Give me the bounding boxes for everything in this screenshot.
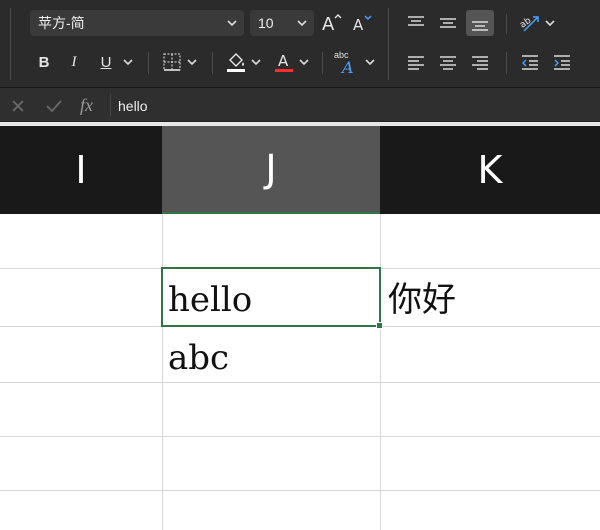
confirm-edit-button[interactable] [42, 94, 66, 118]
decrease-font-icon: A [353, 15, 372, 34]
increase-font-size-button[interactable]: A [320, 11, 344, 35]
row-divider [0, 436, 600, 437]
separator [506, 14, 507, 34]
paint-bucket-icon [227, 53, 245, 72]
bold-button[interactable]: B [32, 50, 56, 74]
borders-button[interactable] [160, 50, 184, 74]
font-color-button[interactable]: A [272, 50, 296, 74]
cancel-edit-button[interactable] [6, 94, 30, 118]
align-center-icon [440, 56, 456, 70]
column-header-k[interactable]: K [380, 126, 600, 214]
font-color-icon: A [275, 52, 293, 72]
underline-options-button[interactable] [122, 50, 134, 74]
align-left-icon [408, 56, 424, 70]
ribbon-group-separator [388, 8, 389, 80]
text-orientation-options-button[interactable] [364, 50, 376, 74]
font-name-value: 苹方-简 [38, 15, 85, 31]
align-middle-button[interactable] [436, 11, 460, 35]
row-divider [0, 490, 600, 491]
chevron-down-icon [545, 20, 555, 27]
align-bottom-button[interactable] [466, 10, 494, 36]
chevron-down-icon [297, 20, 307, 27]
font-size-dropdown[interactable]: 10 [250, 10, 314, 36]
text-angle-icon: ab [518, 16, 539, 32]
align-left-button[interactable] [404, 50, 428, 74]
italic-button[interactable]: I [62, 50, 86, 74]
fill-handle[interactable] [376, 322, 383, 329]
borders-icon [163, 53, 181, 71]
decrease-font-size-button[interactable]: A [350, 11, 374, 35]
formula-separator [110, 94, 111, 116]
separator [148, 52, 149, 74]
text-orientation-button[interactable]: abc A [334, 48, 362, 76]
fill-color-button[interactable] [224, 50, 248, 74]
chevron-down-icon [123, 59, 133, 66]
align-bottom-icon [472, 21, 488, 31]
font-size-value: 10 [258, 15, 274, 31]
ribbon-left-separator [10, 8, 11, 80]
column-header-i[interactable]: I [0, 126, 162, 214]
font-color-options-button[interactable] [298, 50, 310, 74]
chevron-down-icon [187, 59, 197, 66]
cell-j2-text: hello [168, 280, 253, 320]
svg-text:A: A [322, 14, 335, 35]
borders-options-button[interactable] [186, 50, 198, 74]
increase-font-icon: A [322, 14, 342, 35]
align-center-button[interactable] [436, 50, 460, 74]
column-divider [380, 214, 381, 530]
font-name-dropdown[interactable]: 苹方-简 [30, 10, 244, 36]
orientation-button[interactable]: ab [518, 11, 542, 35]
chevron-down-icon [299, 59, 309, 66]
separator [212, 52, 213, 74]
chevron-down-icon [227, 20, 237, 27]
underline-button[interactable]: U [94, 50, 118, 74]
align-top-icon [408, 16, 424, 26]
cell-grid[interactable] [0, 214, 600, 530]
insert-function-button[interactable]: fx [80, 94, 93, 116]
svg-text:A: A [340, 58, 354, 76]
column-header-j[interactable]: J [162, 126, 380, 214]
font-style-a-icon: A [340, 58, 354, 76]
align-middle-icon [440, 18, 456, 28]
align-top-button[interactable] [404, 11, 428, 35]
chevron-down-icon [251, 59, 261, 66]
svg-text:A: A [353, 16, 364, 34]
cell-j3-text: abc [168, 338, 230, 378]
decrease-indent-button[interactable] [518, 50, 542, 74]
cell-k2-text: 你好 [388, 280, 456, 320]
check-icon [46, 100, 62, 113]
formula-input[interactable]: hello [118, 96, 148, 116]
separator [506, 52, 507, 74]
increase-indent-button[interactable] [550, 50, 574, 74]
row-divider [0, 382, 600, 383]
svg-text:A: A [278, 52, 289, 70]
orientation-options-button[interactable] [544, 11, 556, 35]
separator [322, 52, 323, 74]
fill-color-options-button[interactable] [250, 50, 262, 74]
close-icon [12, 100, 24, 112]
ribbon-toolbar: 苹方-简 10 A A B I U A abc A ab [0, 0, 600, 88]
increase-indent-icon [554, 55, 570, 70]
chevron-down-icon [365, 59, 375, 66]
column-divider [162, 214, 163, 530]
align-right-icon [472, 56, 488, 70]
decrease-indent-icon [522, 55, 538, 70]
align-right-button[interactable] [468, 50, 492, 74]
